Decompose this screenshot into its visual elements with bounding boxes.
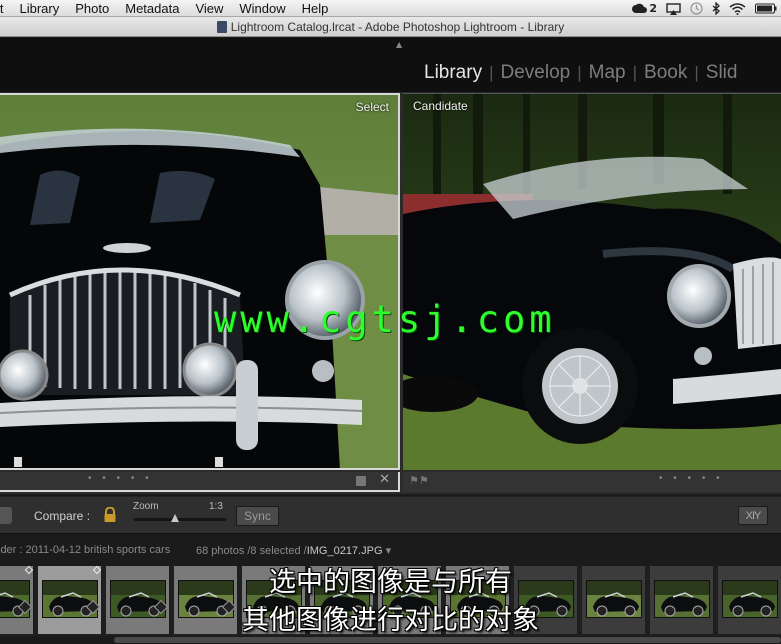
subtitle-line-1: 选中的图像是与所有 bbox=[269, 567, 512, 598]
menu-window[interactable]: Window bbox=[231, 0, 293, 17]
zoom-ratio: 1:3 bbox=[209, 501, 223, 512]
candidate-photo bbox=[403, 94, 781, 470]
system-tray: 2 bbox=[632, 0, 777, 17]
module-slideshow[interactable]: Slid bbox=[706, 62, 738, 84]
candidate-rating-stars[interactable]: • • • • • bbox=[659, 473, 724, 484]
window-title: Lightroom Catalog.lrcat - Adobe Photosho… bbox=[230, 19, 565, 34]
notification-count: 2 bbox=[649, 2, 657, 15]
creative-cloud-icon bbox=[632, 3, 648, 14]
module-separator: | bbox=[489, 63, 494, 82]
filmstrip-scroll-thumb[interactable] bbox=[114, 637, 781, 643]
module-picker: ▲ Library | Develop | Map | Book | Slid bbox=[0, 38, 781, 92]
lock-icon[interactable] bbox=[103, 507, 117, 523]
module-develop[interactable]: Develop bbox=[501, 62, 571, 84]
subtitle-line-2: 其他图像进行对比的对象 bbox=[242, 605, 539, 636]
module-separator: | bbox=[632, 63, 638, 82]
current-filename: IMG_0217.JPG bbox=[306, 545, 383, 557]
module-library[interactable]: Library bbox=[424, 62, 482, 84]
selection-info[interactable]: 68 photos /8 selected /IMG_0217.JPG ▾ bbox=[196, 544, 391, 557]
candidate-pane[interactable]: Candidate bbox=[403, 93, 781, 470]
zoom-slider-thumb[interactable] bbox=[171, 514, 180, 522]
window-titlebar: Lightroom Catalog.lrcat - Adobe Photosho… bbox=[0, 17, 781, 37]
zoom-slider[interactable] bbox=[134, 514, 226, 522]
menu-bar: it Library Photo Metadata View Window He… bbox=[0, 0, 781, 17]
select-photo bbox=[0, 95, 398, 468]
wifi-icon[interactable] bbox=[729, 2, 746, 15]
menu-library[interactable]: Library bbox=[12, 0, 68, 17]
airplay-icon[interactable] bbox=[666, 2, 681, 15]
time-machine-icon[interactable] bbox=[690, 2, 703, 15]
creative-cloud-status[interactable]: 2 bbox=[632, 2, 657, 15]
bluetooth-icon[interactable] bbox=[712, 2, 720, 15]
view-mode-button[interactable] bbox=[0, 507, 12, 524]
select-pane-footer: • • • • • ✕ bbox=[0, 472, 400, 492]
module-book[interactable]: Book bbox=[644, 62, 687, 84]
menu-photo[interactable]: Photo bbox=[67, 0, 117, 17]
select-label: Select bbox=[355, 100, 389, 114]
candidate-label: Candidate bbox=[413, 99, 468, 113]
menu-metadata[interactable]: Metadata bbox=[117, 0, 187, 17]
select-rating-stars[interactable]: • • • • • bbox=[88, 473, 153, 484]
folder-path[interactable]: lder : 2011-04-12 british sports cars bbox=[0, 544, 170, 556]
menu-help[interactable]: Help bbox=[294, 0, 337, 17]
select-pick-flag-icon[interactable] bbox=[356, 476, 366, 486]
candidate-pane-footer: ⚑⚑ • • • • • bbox=[403, 472, 781, 492]
zoom-label: Zoom bbox=[133, 501, 159, 512]
filmstrip-scrollbar[interactable] bbox=[0, 636, 781, 644]
close-icon[interactable]: ✕ bbox=[379, 472, 390, 487]
swap-xy-button[interactable]: XIY bbox=[738, 506, 768, 525]
module-separator: | bbox=[694, 63, 699, 82]
sync-button[interactable]: Sync bbox=[236, 506, 279, 526]
catalog-document-icon bbox=[216, 20, 227, 33]
module-separator: | bbox=[577, 63, 582, 82]
compare-label: Compare : bbox=[34, 509, 91, 523]
battery-icon[interactable] bbox=[755, 3, 777, 14]
collapse-top-panel-icon[interactable]: ▲ bbox=[396, 40, 402, 49]
photo-count: 68 photos /8 selected / bbox=[196, 545, 307, 557]
select-pane[interactable]: Select bbox=[0, 93, 400, 470]
compare-toolbar: Compare : Zoom 1:3 Sync XIY bbox=[0, 496, 781, 534]
menu-edit[interactable]: it bbox=[0, 0, 12, 17]
site-watermark: www.cgtsj.com bbox=[214, 298, 556, 341]
module-map[interactable]: Map bbox=[589, 62, 626, 84]
filename-dropdown-icon[interactable]: ▾ bbox=[386, 545, 392, 557]
flag-icon[interactable]: ⚑⚑ bbox=[409, 474, 429, 487]
menu-view[interactable]: View bbox=[187, 0, 231, 17]
compare-view: Select Candidate • • • • • ✕ ⚑⚑ • • • • … bbox=[0, 92, 781, 494]
module-list: Library | Develop | Map | Book | Slid bbox=[424, 62, 737, 84]
lightroom-window: it Library Photo Metadata View Window He… bbox=[0, 0, 781, 644]
